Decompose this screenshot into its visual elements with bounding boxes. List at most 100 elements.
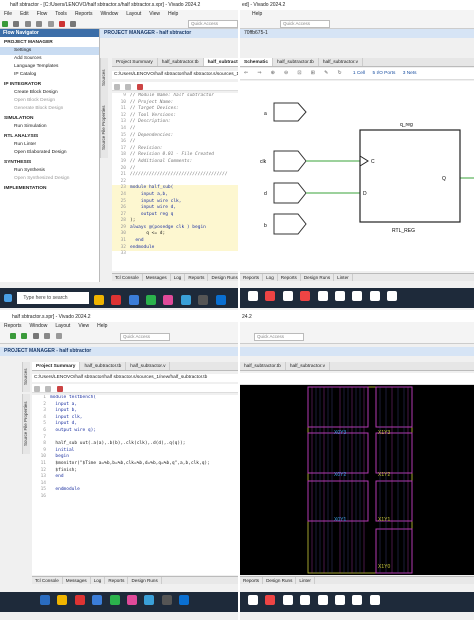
- editor-tab[interactable]: half_subtractor.v: [319, 58, 364, 66]
- delete-icon[interactable]: [58, 21, 65, 27]
- app-icon[interactable]: [352, 595, 363, 605]
- properties-side-tab[interactable]: Source File Properties: [22, 394, 30, 454]
- schematic-canvas[interactable]: a clk d b C D Q q_reg RTL_REG: [240, 81, 474, 271]
- layout-icon[interactable]: [55, 333, 62, 339]
- app-icon[interactable]: [300, 291, 311, 301]
- nav-item[interactable]: Run Simulation: [0, 123, 99, 131]
- quick-access-search[interactable]: Quick Access: [280, 20, 330, 28]
- bottom-tab[interactable]: Reports: [240, 274, 264, 281]
- code-editor[interactable]: 9// Module Name: half subtractor 10// Pro…: [112, 93, 238, 271]
- app-icon[interactable]: [387, 291, 398, 301]
- quick-access-search[interactable]: Quick Access: [254, 333, 304, 341]
- app-icon[interactable]: [161, 595, 172, 605]
- app-icon[interactable]: [369, 291, 380, 301]
- app-icon[interactable]: [145, 295, 156, 305]
- app-icon[interactable]: [92, 595, 103, 605]
- bottom-tab[interactable]: Log: [171, 274, 186, 281]
- device-canvas[interactable]: X0Y3 X1Y3 X0Y2 X1Y2 X0Y1 X1Y1 X1Y0: [240, 385, 474, 575]
- editor-tab[interactable]: half_subtractor.v: [203, 58, 238, 66]
- region-x0y1[interactable]: [307, 480, 369, 522]
- app-icon[interactable]: [179, 595, 190, 605]
- menu-item[interactable]: File: [4, 11, 12, 17]
- port-clk[interactable]: clk: [260, 150, 307, 172]
- save-file-icon[interactable]: [45, 386, 52, 392]
- bottom-tab[interactable]: Log: [263, 274, 278, 281]
- menu-item[interactable]: Help: [168, 11, 178, 17]
- menu-item[interactable]: Window: [100, 11, 118, 17]
- app-icon[interactable]: [334, 595, 345, 605]
- app-icon[interactable]: [93, 295, 104, 305]
- nav-item[interactable]: IP Catalog: [0, 71, 99, 79]
- port-d[interactable]: d: [264, 182, 307, 204]
- search-icon[interactable]: [114, 84, 120, 90]
- save-file-icon[interactable]: [125, 84, 132, 90]
- toolbar-icons[interactable]: ⇐ ⇒ ⊕ ⊖ ⊡ ⊞ ✎ ↻: [244, 71, 345, 76]
- menu-item[interactable]: Window: [30, 323, 48, 329]
- bottom-tab[interactable]: Tcl Console: [112, 274, 143, 281]
- region-x1y1[interactable]: [375, 480, 413, 522]
- nav-item[interactable]: Run Linter: [0, 141, 99, 149]
- close-icon[interactable]: [136, 84, 143, 90]
- app-icon[interactable]: [317, 291, 328, 301]
- app-icon[interactable]: [111, 295, 122, 305]
- properties-side-tab[interactable]: Source File Properties: [100, 98, 108, 158]
- menu-item[interactable]: Layout: [55, 323, 70, 329]
- app-icon[interactable]: [126, 595, 137, 605]
- region-x0y2[interactable]: [307, 432, 369, 474]
- app-icon[interactable]: [57, 595, 68, 605]
- app-icon[interactable]: [282, 291, 293, 301]
- port-a[interactable]: a: [264, 102, 307, 122]
- quick-access-search[interactable]: Quick Access: [120, 333, 170, 341]
- region-x1y3[interactable]: [375, 386, 413, 428]
- redo-icon[interactable]: [36, 21, 43, 27]
- app-icon[interactable]: [40, 595, 50, 605]
- app-icon[interactable]: [317, 595, 328, 605]
- app-icon[interactable]: [128, 295, 139, 305]
- menu-help[interactable]: Help: [252, 11, 262, 17]
- nav-item[interactable]: Open Elaborated Design: [0, 149, 99, 157]
- bottom-tab[interactable]: Messages: [143, 274, 171, 281]
- nav-item[interactable]: Run Synthesis: [0, 167, 99, 175]
- menu-item[interactable]: Edit: [20, 11, 29, 17]
- region-x0y3[interactable]: [307, 386, 369, 428]
- app-icon[interactable]: [74, 595, 85, 605]
- bottom-tab[interactable]: Design Runs: [128, 577, 162, 584]
- editor-tab[interactable]: half_subtractor.v: [126, 362, 171, 370]
- app-icon[interactable]: [282, 595, 293, 605]
- menu-item[interactable]: Tools: [55, 11, 67, 17]
- sum-icon[interactable]: [44, 333, 51, 339]
- undo-icon[interactable]: [24, 21, 31, 27]
- code-editor[interactable]: 1 module testbench(2 input a, 3 input b, 4 …: [32, 395, 238, 575]
- nav-item[interactable]: Generate Block Design: [0, 105, 99, 113]
- editor-tab[interactable]: half_subtractor.tb: [273, 58, 319, 66]
- nav-item[interactable]: Language Templates: [0, 63, 99, 71]
- editor-tab[interactable]: Project Summary: [112, 58, 158, 66]
- nav-item[interactable]: Open Block Design: [0, 97, 99, 105]
- app-icon[interactable]: [248, 595, 258, 605]
- search-icon[interactable]: [34, 386, 40, 392]
- editor-tab[interactable]: Schematic: [240, 58, 273, 66]
- sources-side-tab[interactable]: Sources: [100, 58, 108, 98]
- settings-icon[interactable]: [32, 333, 39, 339]
- bottom-tab[interactable]: Messages: [63, 577, 91, 584]
- app-icon[interactable]: [369, 595, 380, 605]
- taskbar-search[interactable]: Type here to search: [17, 292, 90, 304]
- menu-item[interactable]: Layout: [126, 11, 141, 17]
- sources-side-tab[interactable]: Sources: [22, 362, 30, 392]
- region-x1y2[interactable]: [375, 432, 413, 474]
- app-icon[interactable]: [300, 595, 311, 605]
- nav-item[interactable]: Settings: [0, 47, 99, 55]
- run-icon[interactable]: [2, 21, 8, 27]
- nav-item[interactable]: Create Block Design: [0, 89, 99, 97]
- port-b[interactable]: b: [264, 213, 307, 235]
- menu-item[interactable]: View: [149, 11, 160, 17]
- bottom-tab[interactable]: Log: [91, 577, 106, 584]
- copy-icon[interactable]: [47, 21, 54, 27]
- editor-tab[interactable]: Project Summary: [32, 362, 81, 370]
- quick-access-search[interactable]: Quick Access: [188, 20, 238, 28]
- app-icon[interactable]: [109, 595, 120, 605]
- step-icon[interactable]: [21, 333, 28, 339]
- editor-tab[interactable]: half_subtractor.tb: [80, 362, 127, 370]
- save-icon[interactable]: [13, 21, 20, 27]
- bottom-tab[interactable]: Reports: [240, 577, 264, 584]
